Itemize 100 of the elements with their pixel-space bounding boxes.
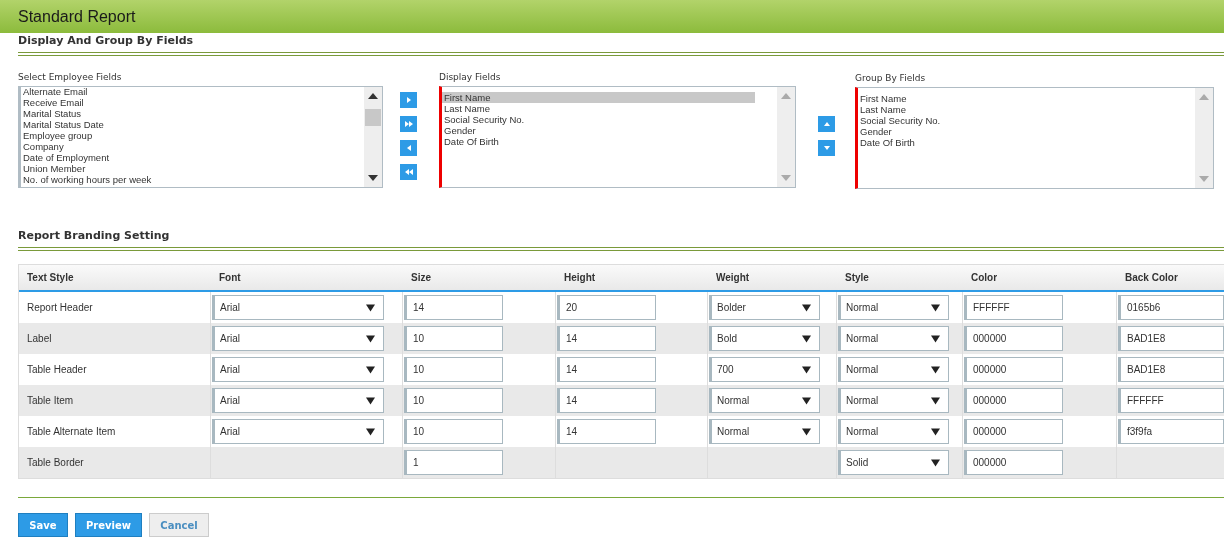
dropdown[interactable]: Arial: [212, 388, 384, 413]
caret-icon: [366, 365, 375, 374]
dropdown[interactable]: Normal: [709, 419, 820, 444]
list-item[interactable]: First Name: [442, 92, 755, 103]
dropdown[interactable]: Normal: [838, 419, 949, 444]
list-item[interactable]: Social Security No.: [442, 114, 777, 125]
column-header: Style: [844, 271, 870, 285]
list-label: Display Fields: [439, 72, 502, 84]
scrollbar[interactable]: [364, 87, 382, 187]
input-field[interactable]: 000000: [964, 450, 1063, 475]
input-field[interactable]: 000000: [964, 357, 1063, 382]
input-field[interactable]: 14: [404, 295, 503, 320]
column-header: Size: [410, 271, 432, 285]
list-item[interactable]: Date of Employment: [21, 152, 364, 163]
caret-icon: [931, 458, 940, 467]
caret-icon: [802, 334, 811, 343]
section-heading: Display And Group By Fields: [18, 33, 195, 49]
dropdown[interactable]: Normal: [838, 326, 949, 351]
column-header: Text Style: [26, 271, 75, 285]
list-item[interactable]: Date Of Birth: [858, 137, 1195, 148]
list-item[interactable]: Alternate Email: [21, 87, 364, 97]
input-field[interactable]: 10: [404, 326, 503, 351]
list-item[interactable]: Gender: [858, 126, 1195, 137]
list-item[interactable]: No. of working hours per week: [21, 174, 364, 185]
dropdown[interactable]: Bolder: [709, 295, 820, 320]
list-item[interactable]: Marital Status: [21, 108, 364, 119]
scroll-up-icon[interactable]: [368, 93, 378, 99]
column-header: Back Color: [1124, 271, 1179, 285]
dropdown[interactable]: Normal: [709, 388, 820, 413]
dropdown[interactable]: Arial: [212, 419, 384, 444]
input-field[interactable]: BAD1E8: [1118, 326, 1224, 351]
input-field[interactable]: 000000: [964, 419, 1063, 444]
scroll-down-icon[interactable]: [368, 175, 378, 181]
caret-icon: [366, 396, 375, 405]
caret-icon: [931, 396, 940, 405]
caret-icon: [802, 365, 811, 374]
input-field[interactable]: 14: [557, 357, 656, 382]
dropdown[interactable]: Normal: [838, 357, 949, 382]
column-header: Font: [218, 271, 242, 285]
input-field[interactable]: FFFFFF: [964, 295, 1063, 320]
input-field[interactable]: 10: [404, 419, 503, 444]
list-item[interactable]: Last Name: [442, 103, 777, 114]
input-field[interactable]: 0165b6: [1118, 295, 1224, 320]
list-item[interactable]: Employee group: [21, 130, 364, 141]
input-field[interactable]: BAD1E8: [1118, 357, 1224, 382]
dropdown[interactable]: Arial: [212, 295, 384, 320]
dropdown[interactable]: 700: [709, 357, 820, 382]
list-item[interactable]: Company: [21, 141, 364, 152]
move-down-button[interactable]: [818, 140, 835, 156]
caret-icon: [931, 334, 940, 343]
move-right-button[interactable]: [400, 92, 417, 108]
table-cell: Report Header: [27, 302, 93, 313]
column-header: Color: [970, 271, 999, 285]
page-title: Standard Report: [18, 7, 136, 26]
input-field[interactable]: 000000: [964, 326, 1063, 351]
dropdown[interactable]: Normal: [838, 388, 949, 413]
table-cell: Label: [27, 333, 52, 344]
list-item[interactable]: Social Security No.: [858, 115, 1195, 126]
list-item[interactable]: Date Of Birth: [442, 136, 777, 147]
move-left-button[interactable]: [400, 140, 417, 156]
dropdown[interactable]: Arial: [212, 326, 384, 351]
list-item[interactable]: Last Name: [858, 104, 1195, 115]
input-field[interactable]: 1: [404, 450, 503, 475]
input-field[interactable]: 000000: [964, 388, 1063, 413]
double-triangle-left-icon: [404, 168, 413, 176]
list-item[interactable]: Union Member: [21, 163, 364, 174]
input-field[interactable]: 14: [557, 388, 656, 413]
column-header: Weight: [715, 271, 751, 285]
list-label: Group By Fields: [855, 73, 927, 85]
move-all-right-button[interactable]: [400, 116, 417, 132]
caret-icon: [931, 365, 940, 374]
input-field[interactable]: 14: [557, 419, 656, 444]
table-cell: Table Alternate Item: [27, 426, 116, 437]
list-item[interactable]: Receive Email: [21, 97, 364, 108]
list-label: Select Employee Fields: [18, 72, 123, 84]
input-field[interactable]: 10: [404, 357, 503, 382]
list-item[interactable]: Gender: [442, 125, 777, 136]
dropdown[interactable]: Solid: [838, 450, 949, 475]
dropdown[interactable]: Normal: [838, 295, 949, 320]
display-fields-list[interactable]: First Name Last Name Social Security No. Gender Date Of Birth: [439, 86, 796, 188]
input-field[interactable]: 10: [404, 388, 503, 413]
move-all-left-button[interactable]: [400, 164, 417, 180]
list-item[interactable]: First Name: [858, 93, 1195, 104]
list-item[interactable]: Marital Status Date: [21, 119, 364, 130]
input-field[interactable]: 14: [557, 326, 656, 351]
caret-icon: [366, 303, 375, 312]
move-up-button[interactable]: [818, 116, 835, 132]
caret-icon: [931, 303, 940, 312]
input-field[interactable]: FFFFFF: [1118, 388, 1224, 413]
input-field[interactable]: 20: [557, 295, 656, 320]
dropdown[interactable]: Arial: [212, 357, 384, 382]
employee-fields-list[interactable]: Alternate Email Receive Email Marital Status Marital Status Date Employee group Company Date of Employment Union Member No. of working hours per week: [18, 86, 383, 188]
table-cell: Table Border: [27, 457, 84, 468]
table-cell: Table Item: [27, 395, 74, 406]
double-triangle-right-icon: [404, 120, 413, 128]
input-field[interactable]: f3f9fa: [1118, 419, 1224, 444]
dropdown[interactable]: Bold: [709, 326, 820, 351]
caret-icon: [802, 396, 811, 405]
group-by-fields-list[interactable]: First Name Last Name Social Security No. Gender Date Of Birth: [855, 87, 1214, 189]
scroll-thumb[interactable]: [365, 109, 381, 126]
